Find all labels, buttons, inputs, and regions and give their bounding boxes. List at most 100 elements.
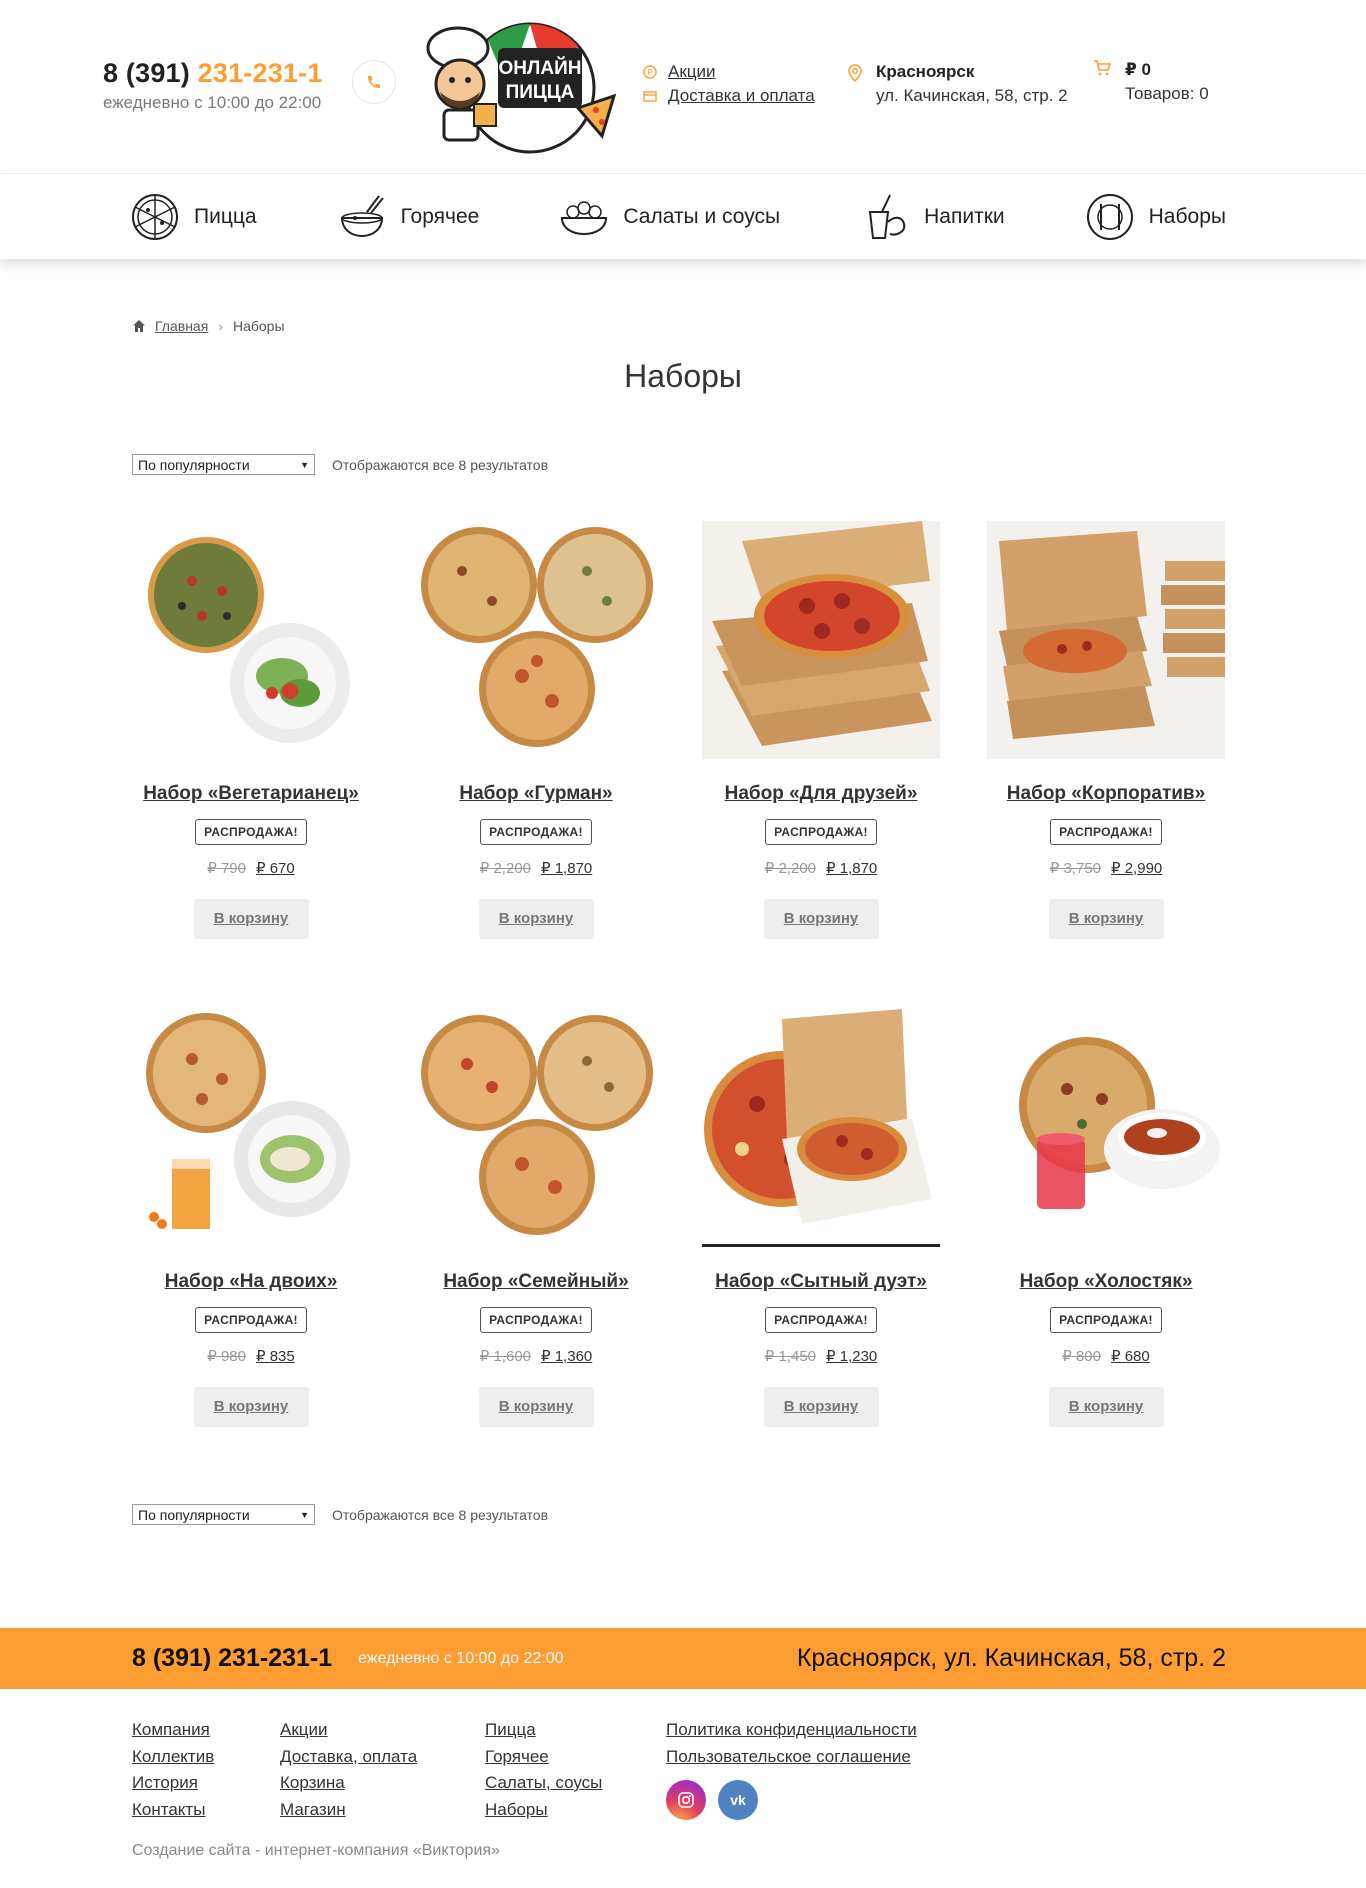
svg-text:P: P <box>647 68 652 77</box>
sort-selected-value: По популярности <box>138 456 250 473</box>
promo-link-row: P Акции <box>643 62 815 82</box>
new-price: ₽ 1,870 <box>541 860 593 877</box>
add-to-cart-button[interactable]: В корзину <box>193 899 309 939</box>
promo-icon: P <box>643 65 657 79</box>
footer-link[interactable]: Салаты, соусы <box>485 1770 666 1797</box>
product-title[interactable]: Набор «Для друзей» <box>725 783 918 805</box>
footer-link[interactable]: Горячее <box>485 1744 666 1771</box>
old-price: ₽ 980 <box>207 1348 246 1365</box>
new-price: ₽ 680 <box>1111 1348 1150 1365</box>
product-prices: ₽ 980 ₽ 835 <box>132 1347 370 1365</box>
phone-code: 8 (391) <box>103 58 198 88</box>
site-logo[interactable]: ОНЛАЙН ПИЦЦА <box>418 18 622 156</box>
phone-icon <box>368 76 380 88</box>
product-image[interactable] <box>987 521 1225 759</box>
product-image[interactable] <box>702 1009 940 1247</box>
logo-text-2: ПИЦЦА <box>506 82 575 103</box>
nav-label: Салаты и соусы <box>623 204 781 228</box>
product-title[interactable]: Набор «Вегетарианец» <box>143 783 359 805</box>
product-card: Набор «Вегетарианец» РАСПРОДАЖА! ₽ 790 ₽ … <box>132 521 370 1009</box>
footer-column-company: Компания Коллектив История Контакты <box>132 1717 280 1823</box>
old-price: ₽ 1,600 <box>479 1348 531 1365</box>
footer-link[interactable]: Контакты <box>132 1797 280 1824</box>
promo-link[interactable]: Акции <box>668 62 716 82</box>
header-cart[interactable]: ₽ 0 Товаров: 0 <box>1093 60 1209 104</box>
box-icon <box>643 89 657 103</box>
product-card: Набор «Гурман» РАСПРОДАЖА! ₽ 2,200 ₽ 1,87… <box>417 521 655 1009</box>
footer-link[interactable]: Корзина <box>280 1770 485 1797</box>
nav-item-sets[interactable]: Наборы <box>1085 192 1226 242</box>
sale-badge: РАСПРОДАЖА! <box>1050 1307 1162 1333</box>
vk-icon[interactable]: vk <box>718 1780 758 1820</box>
product-card: Набор «Семейный» РАСПРОДАЖА! ₽ 1,600 ₽ 1,… <box>417 1009 655 1497</box>
product-image[interactable] <box>702 521 940 759</box>
delivery-link-row: Доставка и оплата <box>643 86 815 106</box>
product-prices: ₽ 1,450 ₽ 1,230 <box>702 1347 940 1365</box>
footer-link[interactable]: Коллектив <box>132 1744 280 1771</box>
nav-item-salads[interactable]: Салаты и соусы <box>559 192 780 242</box>
nav-item-drinks[interactable]: Напитки <box>860 192 1005 242</box>
old-price: ₽ 790 <box>207 860 246 877</box>
product-image[interactable] <box>417 521 655 759</box>
product-image[interactable] <box>132 521 370 759</box>
location-pin-icon <box>848 64 862 87</box>
vk-label: vk <box>730 1791 746 1808</box>
product-title[interactable]: Набор «Холостяк» <box>1020 1271 1193 1293</box>
footer-link[interactable]: Магазин <box>280 1797 485 1824</box>
footer-phone[interactable]: 8 (391) 231-231-1 <box>132 1644 332 1673</box>
sort-select[interactable]: По популярности ▼ <box>132 1504 315 1525</box>
footer-link[interactable]: Компания <box>132 1717 280 1744</box>
new-price: ₽ 835 <box>256 1348 295 1365</box>
add-to-cart-button[interactable]: В корзину <box>763 1387 879 1427</box>
footer-link[interactable]: История <box>132 1770 280 1797</box>
nav-item-hot[interactable]: Горячее <box>337 192 479 242</box>
street-address: ул. Качинская, 58, стр. 2 <box>876 86 1068 105</box>
call-button[interactable] <box>352 60 396 104</box>
header-contact: 8 (391) 231-231-1 ежедневно с 10:00 до 2… <box>103 58 323 113</box>
add-to-cart-button[interactable]: В корзину <box>1048 1387 1164 1427</box>
footer-link[interactable]: Наборы <box>485 1797 666 1824</box>
add-to-cart-button[interactable]: В корзину <box>478 1387 594 1427</box>
add-to-cart-button[interactable]: В корзину <box>1048 899 1164 939</box>
footer-column-menu: Пицца Горячее Салаты, соусы Наборы <box>485 1717 666 1823</box>
footer-link[interactable]: Политика конфиденциальности <box>666 1717 917 1744</box>
footer-column-shop: Акции Доставка, оплата Корзина Магазин <box>280 1717 485 1823</box>
home-icon <box>133 320 145 332</box>
product-title[interactable]: Набор «Корпоратив» <box>1007 783 1205 805</box>
city-name: Красноярск <box>876 62 975 81</box>
product-title[interactable]: Набор «На двоих» <box>165 1271 338 1293</box>
sort-selected-value: По популярности <box>138 1506 250 1523</box>
product-title[interactable]: Набор «Гурман» <box>459 783 612 805</box>
nav-item-pizza[interactable]: Пицца <box>130 192 257 242</box>
product-grid: Набор «Вегетарианец» РАСПРОДАЖА! ₽ 790 ₽ … <box>132 521 1232 1497</box>
header-phone[interactable]: 8 (391) 231-231-1 <box>103 58 323 89</box>
footer-link[interactable]: Доставка, оплата <box>280 1744 485 1771</box>
product-image[interactable] <box>417 1009 655 1247</box>
logo-text-1: ОНЛАЙН <box>499 57 582 79</box>
nav-label: Пицца <box>194 204 257 228</box>
nav-label: Наборы <box>1148 204 1226 228</box>
footer-link[interactable]: Акции <box>280 1717 485 1744</box>
delivery-link[interactable]: Доставка и оплата <box>668 86 815 106</box>
sort-select[interactable]: По популярности ▼ <box>132 454 315 475</box>
drinks-icon <box>869 194 906 239</box>
product-title[interactable]: Набор «Семейный» <box>443 1271 628 1293</box>
new-price: ₽ 670 <box>256 860 295 877</box>
old-price: ₽ 1,450 <box>764 1348 816 1365</box>
sale-badge: РАСПРОДАЖА! <box>1050 819 1162 845</box>
breadcrumb-home[interactable]: Главная <box>155 318 208 334</box>
footer-link[interactable]: Пицца <box>485 1717 666 1744</box>
old-price: ₽ 800 <box>1062 1348 1101 1365</box>
add-to-cart-button[interactable]: В корзину <box>193 1387 309 1427</box>
footer-link[interactable]: Пользовательское соглашение <box>666 1744 917 1771</box>
site-header: 8 (391) 231-231-1 ежедневно с 10:00 до 2… <box>0 0 1366 173</box>
product-image[interactable] <box>987 1009 1225 1247</box>
product-prices: ₽ 1,600 ₽ 1,360 <box>417 1347 655 1365</box>
page-title: Наборы <box>624 358 742 394</box>
instagram-icon[interactable] <box>666 1780 706 1820</box>
salad-icon <box>561 200 608 235</box>
add-to-cart-button[interactable]: В корзину <box>763 899 879 939</box>
product-title[interactable]: Набор «Сытный дуэт» <box>715 1271 927 1293</box>
add-to-cart-button[interactable]: В корзину <box>478 899 594 939</box>
product-image[interactable] <box>132 1009 370 1247</box>
